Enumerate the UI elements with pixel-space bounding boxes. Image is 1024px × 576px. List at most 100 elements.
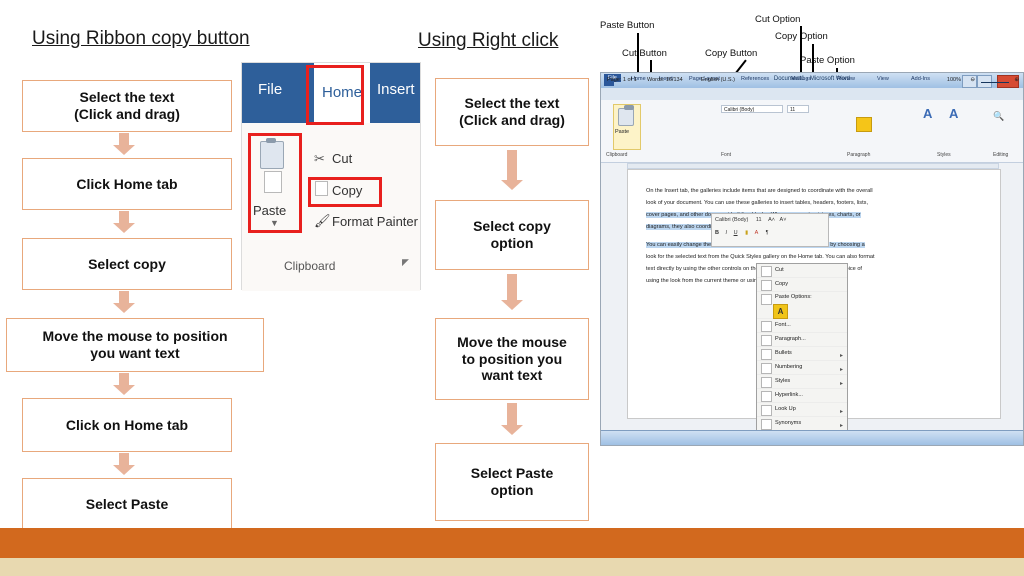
footer-bar-orange xyxy=(0,528,1024,558)
flow-box-left-2-label: Click Home tab xyxy=(76,175,178,192)
word-styles-group-label: Styles xyxy=(937,152,951,158)
flow-box-left-3: Select copy xyxy=(22,238,232,290)
word-tab-addins[interactable]: Add-Ins xyxy=(911,76,930,82)
ribbon-copy-label[interactable]: Copy xyxy=(332,183,362,198)
callout-paste-button: Paste Button xyxy=(600,20,655,31)
mini-font-size[interactable]: 11 xyxy=(756,217,762,223)
synonyms-icon xyxy=(761,419,772,430)
context-menu-item-numbering[interactable]: Numbering ▸ xyxy=(757,361,847,375)
context-menu-item-look-up[interactable]: Look Up ▸ xyxy=(757,403,847,417)
context-menu-item-paste-options[interactable]: Paste Options: A xyxy=(757,292,847,319)
mini-italic-icon[interactable]: I xyxy=(726,230,728,236)
paragraph-icon xyxy=(761,335,772,346)
flow-arrow-left-1 xyxy=(113,133,135,155)
word-tab-view[interactable]: View xyxy=(877,76,889,82)
font-icon xyxy=(761,321,772,332)
word-font-name-box[interactable]: Calibri (Body) xyxy=(721,105,783,113)
copy-icon xyxy=(761,280,772,291)
context-menu-label-look-up: Look Up xyxy=(775,406,796,412)
ribbon-screenshot: File Home Insert Paste ▼ ✂ Cut Copy 🖌 Fo… xyxy=(241,62,421,291)
context-menu-item-copy[interactable]: Copy xyxy=(757,278,847,292)
context-menu[interactable]: Cut Copy Paste Options: A Font... Paragr… xyxy=(756,263,848,446)
mini-font-name[interactable]: Calibri (Body) xyxy=(715,217,748,223)
look-up-icon xyxy=(761,405,772,416)
flow-box-right-2-line2: option xyxy=(490,235,534,251)
paste-dropdown-arrow[interactable]: ▼ xyxy=(270,218,279,228)
status-language: English (U.S.) xyxy=(701,77,735,83)
editing-icon[interactable]: 🔍 xyxy=(993,111,1004,122)
numbering-icon xyxy=(761,363,772,374)
context-menu-label-copy: Copy xyxy=(775,281,789,287)
mini-styles-icon[interactable]: ¶ xyxy=(766,230,769,236)
context-menu-label-paragraph: Paragraph... xyxy=(775,336,806,342)
ribbon-cut-label[interactable]: Cut xyxy=(332,151,352,166)
word-paste-clipboard-icon xyxy=(618,105,634,126)
word-statusbar xyxy=(601,430,1023,445)
flow-box-left-3-label: Select copy xyxy=(88,255,166,272)
highlight-color-button[interactable] xyxy=(856,117,872,132)
context-menu-label-styles: Styles xyxy=(775,378,791,384)
mini-underline-icon[interactable]: U xyxy=(734,230,738,236)
context-menu-item-additional-actions[interactable]: Additional Actions ▸ xyxy=(757,445,847,446)
context-menu-item-cut[interactable]: Cut xyxy=(757,264,847,278)
zoom-out-button[interactable]: ⊖ xyxy=(970,77,975,83)
context-menu-item-hyperlink[interactable]: Hyperlink... xyxy=(757,389,847,403)
word-font-size-box[interactable]: 11 xyxy=(787,105,809,113)
cut-icon: ✂ xyxy=(314,151,325,166)
flow-arrow-left-2 xyxy=(113,211,135,233)
word-tab-references[interactable]: References xyxy=(741,76,769,82)
cut-icon xyxy=(761,266,772,277)
flow-box-right-2: Select copy option xyxy=(435,200,589,270)
paste-option-keep-formatting-icon[interactable]: A xyxy=(773,304,788,319)
flow-arrow-left-3 xyxy=(113,291,135,313)
doc-line-1: On the Insert tab, the galleries include… xyxy=(646,188,873,194)
context-menu-item-synonyms[interactable]: Synonyms ▸ xyxy=(757,417,847,431)
flow-box-right-1-line1: Select the text xyxy=(464,95,560,112)
context-menu-item-font[interactable]: Font... xyxy=(757,319,847,333)
word-tab-review[interactable]: Review xyxy=(837,76,855,82)
zoom-slider[interactable] xyxy=(981,82,1009,83)
word-ribbon-area xyxy=(601,100,1023,163)
flow-box-left-2: Click Home tab xyxy=(22,158,232,210)
highlight-home-tab xyxy=(306,65,364,125)
doc-line-6: look for the selected text from the Quic… xyxy=(646,254,875,260)
mini-highlight-icon[interactable]: ▮ xyxy=(745,230,748,236)
context-menu-label-hyperlink: Hyperlink... xyxy=(775,392,803,398)
mini-bold-icon[interactable]: B xyxy=(715,230,719,236)
mini-font-color-icon[interactable]: A xyxy=(755,230,758,236)
mini-format-row[interactable]: B I U ▮ A ¶ xyxy=(715,230,769,236)
flow-arrow-left-5 xyxy=(113,453,135,475)
flow-arrow-right-2 xyxy=(501,274,523,310)
context-menu-item-bullets[interactable]: Bullets ▸ xyxy=(757,347,847,361)
flow-box-right-2-line1: Select copy xyxy=(473,218,551,235)
zoom-in-button[interactable]: ⊕ xyxy=(1014,77,1019,83)
flow-box-right-3-line3: want text xyxy=(481,367,543,384)
change-styles-icon[interactable]: A xyxy=(949,106,958,121)
context-menu-item-styles[interactable]: Styles ▸ xyxy=(757,375,847,389)
context-menu-label-cut: Cut xyxy=(775,267,784,273)
styles-icon xyxy=(761,377,772,388)
flow-box-left-1: Select the text (Click and drag) xyxy=(22,80,232,132)
mini-shrink-font-icon[interactable]: A˅ xyxy=(780,217,787,223)
context-menu-item-paragraph[interactable]: Paragraph... xyxy=(757,333,847,347)
ribbon-tab-insert[interactable]: Insert xyxy=(377,81,415,98)
bullets-icon xyxy=(761,349,772,360)
ribbon-format-painter-label[interactable]: Format Painter xyxy=(332,214,418,229)
mini-font-row[interactable]: Calibri (Body) 11 A˄ A˅ xyxy=(715,217,786,223)
page-title-left: Using Ribbon copy button xyxy=(32,28,250,49)
context-menu-label-bullets: Bullets xyxy=(775,350,792,356)
status-zoom[interactable]: 100% xyxy=(947,77,961,83)
clipboard-dialog-launcher-icon[interactable]: ◤ xyxy=(402,257,409,268)
flow-arrow-right-1 xyxy=(501,150,523,190)
quick-styles-icon[interactable]: A xyxy=(923,106,932,121)
flow-arrow-left-4 xyxy=(113,373,135,395)
word-tab-mailings[interactable]: Mailings xyxy=(791,76,811,82)
word-clipboard-group-label: Clipboard xyxy=(606,152,628,158)
ribbon-paste-label[interactable]: Paste xyxy=(253,203,286,218)
ribbon-tab-file[interactable]: File xyxy=(258,81,282,98)
flow-box-right-1: Select the text (Click and drag) xyxy=(435,78,589,146)
flow-box-left-5: Click on Home tab xyxy=(22,398,232,452)
mini-formatting-toolbar[interactable]: Calibri (Body) 11 A˄ A˅ B I U ▮ A ¶ xyxy=(711,213,829,247)
callout-paste-option: Paste Option xyxy=(800,55,855,66)
mini-grow-font-icon[interactable]: A˄ xyxy=(768,217,775,223)
